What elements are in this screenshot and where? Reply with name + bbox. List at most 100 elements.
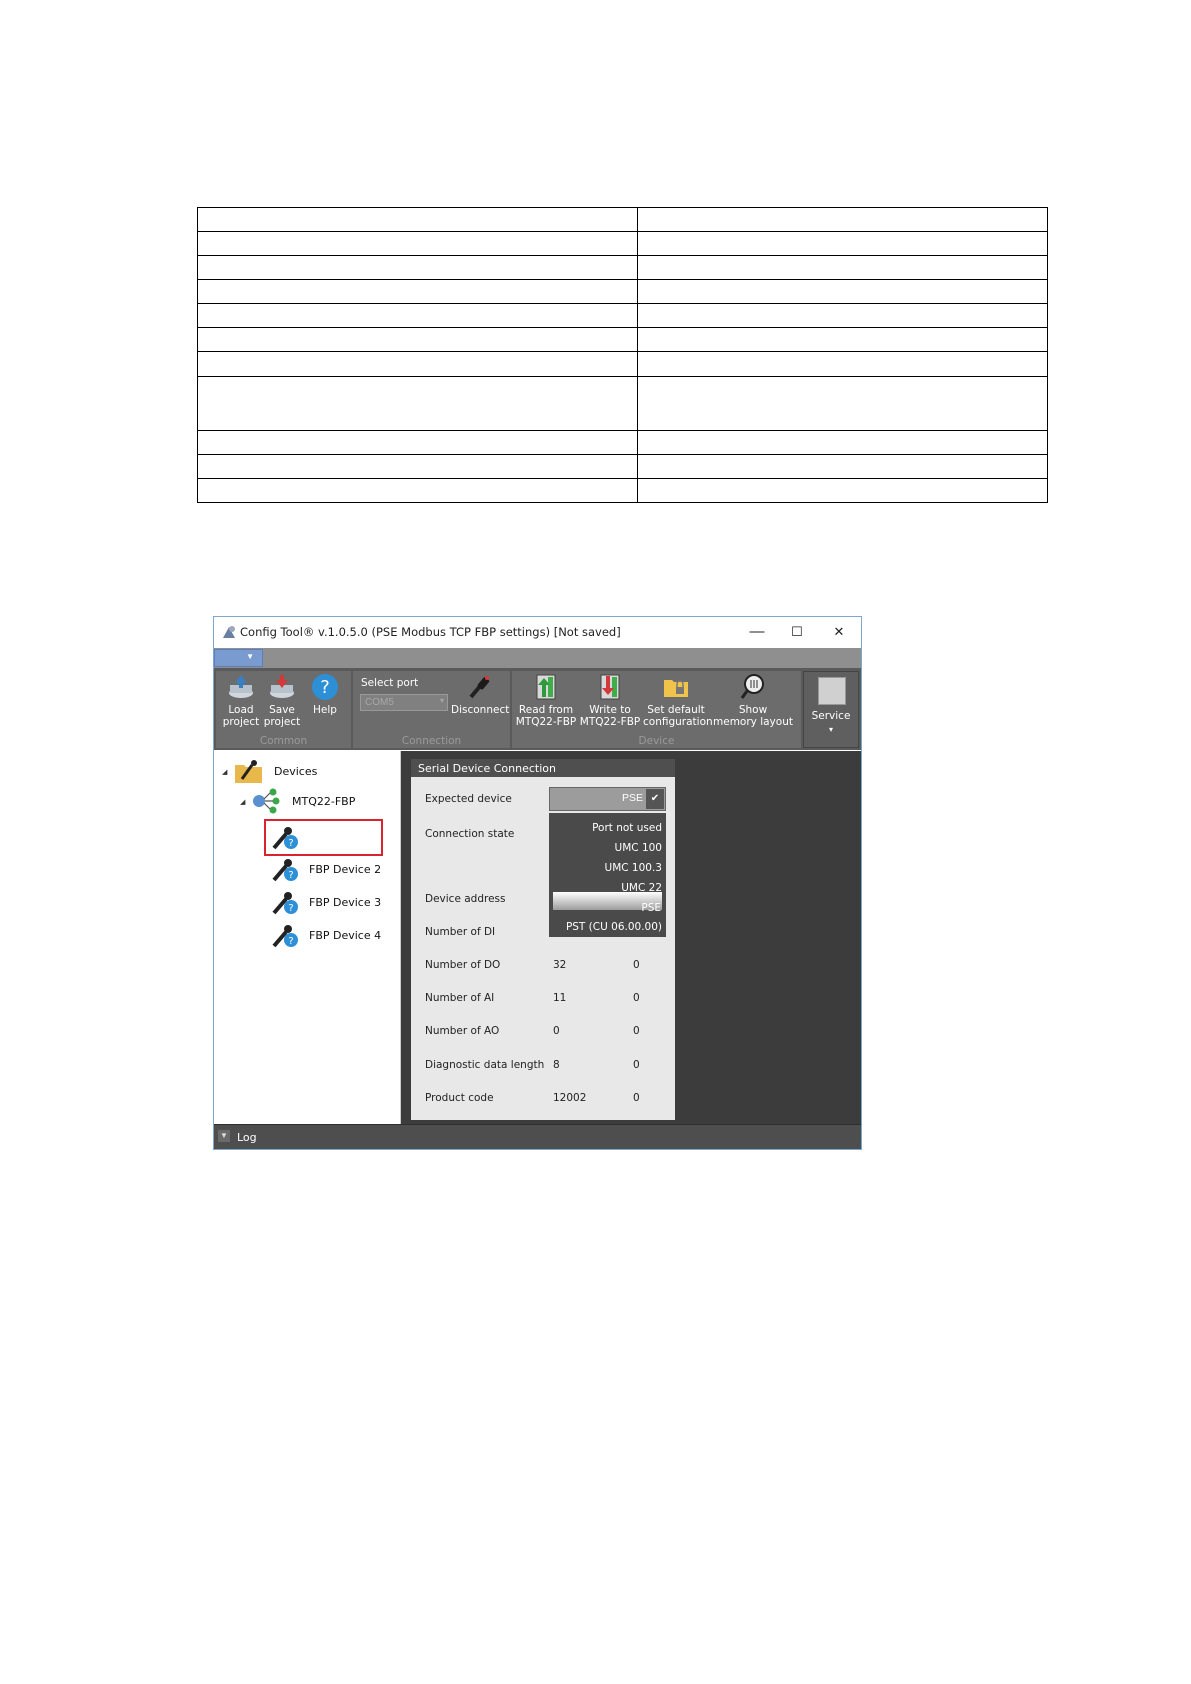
ribbon-group-label: Device — [638, 735, 675, 747]
table-cell — [197, 255, 638, 281]
port-select[interactable]: COM5 ▾ — [360, 694, 448, 711]
network-node-icon — [253, 788, 280, 814]
table-cell — [197, 453, 638, 479]
ribbon-group-device: Read from MTQ22-FBP Write to MTQ22-FBP S… — [512, 671, 801, 748]
expected-device-value: PSE — [621, 792, 643, 804]
table-cell — [197, 231, 638, 257]
help-button[interactable]: ? Help — [305, 673, 345, 716]
tree-item-device[interactable]: FBP Device 2 — [309, 863, 381, 876]
table-cell — [637, 351, 1048, 377]
blank-table — [197, 206, 1048, 504]
expected-device-select[interactable]: PSE ✔ — [549, 787, 666, 811]
table-cell — [197, 279, 638, 305]
save-project-icon — [270, 675, 294, 698]
table-cell — [637, 255, 1048, 281]
tree-item-devices[interactable]: Devices — [274, 765, 317, 778]
table-row: Product code 12002 0 — [425, 1092, 640, 1104]
set-default-config-button[interactable]: Set default configuration — [643, 673, 713, 728]
dropdown-option[interactable]: UMC 100 — [615, 842, 662, 854]
read-device-icon — [536, 674, 556, 700]
table-cell — [637, 303, 1048, 329]
show-memory-layout-button[interactable]: Show memory layout — [711, 673, 795, 728]
table-cell — [637, 453, 1048, 479]
load-project-button[interactable]: Load project — [221, 673, 261, 728]
table-row: Diagnostic data length 8 0 — [425, 1059, 640, 1071]
svg-text:?: ? — [288, 870, 293, 881]
dropdown-option[interactable]: UMC 100.3 — [605, 862, 662, 874]
svg-text:?: ? — [288, 903, 293, 914]
table-cell — [197, 429, 638, 455]
port-select-value: COM5 — [365, 697, 394, 708]
load-project-icon — [229, 675, 253, 698]
connection-state-label: Connection state — [425, 828, 515, 840]
dropdown-option[interactable]: Port not used — [592, 822, 662, 834]
chevron-down-icon[interactable]: ✔ — [646, 789, 664, 809]
service-label: Service — [811, 710, 851, 722]
fbp-device-unknown-icon: ? — [272, 827, 298, 850]
svg-text:?: ? — [320, 677, 330, 698]
expand-triangle-icon[interactable]: ◢ — [222, 768, 227, 776]
tree-item-device[interactable]: FBP Device 1 — [309, 831, 381, 844]
tree-item-device[interactable]: FBP Device 3 — [309, 896, 381, 909]
table-cell — [637, 327, 1048, 353]
write-to-device-button[interactable]: Write to MTQ22-FBP — [579, 673, 641, 728]
table-cell — [197, 351, 638, 377]
select-port-label: Select port — [361, 677, 419, 689]
file-menu-dropdown[interactable]: ▼ — [214, 649, 263, 667]
tree-item-device[interactable]: FBP Device 4 — [309, 929, 381, 942]
log-label: Log — [237, 1131, 257, 1144]
read-from-device-button[interactable]: Read from MTQ22-FBP — [515, 673, 577, 728]
magnifier-icon — [740, 674, 764, 699]
svg-text:?: ? — [288, 838, 293, 849]
table-cell — [637, 477, 1048, 504]
expand-triangle-icon[interactable]: ◢ — [240, 798, 245, 806]
table-cell — [197, 303, 638, 329]
disconnect-button[interactable]: Disconnect — [451, 673, 509, 716]
app-icon — [223, 626, 235, 638]
table-cell — [637, 231, 1048, 257]
tree-item-gateway[interactable]: MTQ22-FBP — [292, 795, 355, 808]
plug-icon — [469, 676, 490, 699]
service-icon — [818, 677, 846, 705]
dropdown-option[interactable]: UMC 22 — [621, 882, 662, 894]
table-cell — [197, 477, 638, 504]
dropdown-option[interactable]: PST (CU 06.00.00) — [566, 921, 662, 933]
minimize-button[interactable]: — — [737, 621, 777, 643]
device-tree: ◢ Devices ◢ MTQ22-FBP ? FBP Device 1 ? F… — [214, 751, 401, 1124]
devices-folder-icon — [235, 760, 262, 783]
ribbon-group-label: Connection — [401, 735, 462, 747]
table-cell — [197, 327, 638, 353]
collapse-triangle-icon[interactable]: ▼ — [218, 1130, 230, 1142]
chevron-down-icon: ▾ — [439, 696, 444, 705]
table-row: Number of AO 0 0 — [425, 1025, 640, 1037]
log-bar[interactable]: ▼ Log — [214, 1124, 861, 1149]
maximize-button[interactable]: ☐ — [777, 621, 817, 643]
window-title: Config Tool® v.1.0.5.0 (PSE Modbus TCP F… — [240, 625, 621, 639]
folder-lock-icon — [664, 680, 688, 697]
svg-text:?: ? — [288, 936, 293, 947]
menu-strip: ▼ — [214, 648, 861, 668]
close-button[interactable]: ✕ — [819, 621, 859, 643]
table-cell — [637, 206, 1048, 233]
table-cell — [637, 429, 1048, 455]
table-cell — [637, 375, 1048, 431]
serial-device-connection-panel: Serial Device Connection Expected device… — [411, 759, 675, 1120]
table-row: Number of DO 32 0 — [425, 959, 640, 971]
dropdown-option-selected[interactable]: PSE — [641, 902, 661, 914]
table-cell — [197, 375, 638, 431]
chevron-down-icon: ▾ — [828, 725, 833, 734]
fbp-device-unknown-icon: ? — [272, 859, 298, 882]
help-icon: ? — [312, 674, 338, 700]
chevron-down-icon: ▼ — [246, 652, 254, 661]
device-address-label: Device address — [425, 893, 506, 905]
write-device-icon — [600, 674, 620, 700]
fbp-device-unknown-icon: ? — [272, 925, 298, 948]
title-bar: Config Tool® v.1.0.5.0 (PSE Modbus TCP F… — [214, 617, 861, 648]
ribbon-group-connection: Select port COM5 ▾ Disconnect Connection — [353, 671, 510, 748]
ribbon-group-label: Common — [259, 735, 308, 747]
main-pane: Serial Device Connection Expected device… — [401, 751, 861, 1124]
table-cell — [637, 279, 1048, 305]
panel-title: Serial Device Connection — [411, 759, 675, 777]
service-button[interactable]: Service ▾ — [803, 671, 859, 748]
save-project-button[interactable]: Save project — [262, 673, 302, 728]
